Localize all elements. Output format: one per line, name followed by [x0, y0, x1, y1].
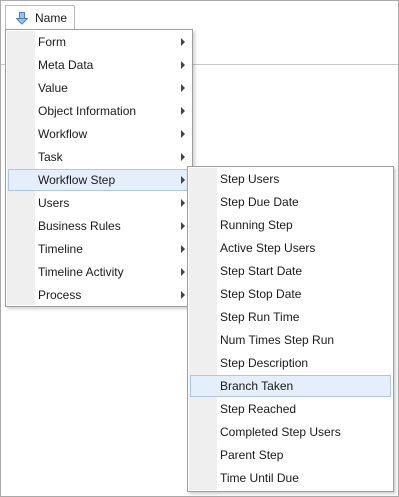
- menu-item-timeline-activity[interactable]: Timeline Activity: [8, 261, 190, 283]
- submenu-item-label: Branch Taken: [220, 379, 294, 393]
- menu-item-label: Object Information: [38, 104, 137, 118]
- submenu-item-label: Running Step: [220, 218, 293, 232]
- submenu-item-label: Step Users: [220, 172, 280, 186]
- submenu-item-label: Step Run Time: [220, 310, 300, 324]
- submenu-item-label: Time Until Due: [220, 471, 299, 485]
- submenu-item-step-start-date[interactable]: Step Start Date: [190, 260, 391, 282]
- submenu-item-label: Num Times Step Run: [220, 333, 335, 347]
- submenu-item-label: Step Due Date: [220, 195, 299, 209]
- chevron-right-icon: [181, 245, 185, 253]
- chevron-right-icon: [181, 153, 185, 161]
- menu-item-label: Users: [38, 196, 70, 210]
- chevron-right-icon: [181, 84, 185, 92]
- submenu-item-step-description[interactable]: Step Description: [190, 352, 391, 374]
- menu-item-label: Task: [38, 150, 63, 164]
- submenu-item-label: Step Description: [220, 356, 309, 370]
- submenu-item-label: Step Reached: [220, 402, 297, 416]
- down-arrow-icon: [16, 12, 28, 25]
- submenu-item-label: Active Step Users: [220, 241, 316, 255]
- workflow-step-submenu: Step Users Step Due Date Running Step Activ…: [187, 166, 394, 492]
- chevron-right-icon: [181, 130, 185, 138]
- menu-item-label: Value: [38, 81, 68, 95]
- menu-item-label: Business Rules: [38, 219, 121, 233]
- menu-item-label: Timeline Activity: [38, 265, 124, 279]
- submenu-item-time-until-due[interactable]: Time Until Due: [190, 467, 391, 489]
- menu-item-value[interactable]: Value: [8, 77, 190, 99]
- name-column-header[interactable]: Name: [5, 5, 75, 30]
- menu-item-task[interactable]: Task: [8, 146, 190, 168]
- menu-item-label: Form: [38, 35, 66, 49]
- submenu-item-num-times-step-run[interactable]: Num Times Step Run: [190, 329, 391, 351]
- submenu-item-label: Step Stop Date: [220, 287, 302, 301]
- menu-item-object-information[interactable]: Object Information: [8, 100, 190, 122]
- chevron-right-icon: [181, 176, 185, 184]
- menu-item-label: Meta Data: [38, 58, 94, 72]
- submenu-item-step-users[interactable]: Step Users: [190, 168, 391, 190]
- menu-item-business-rules[interactable]: Business Rules: [8, 215, 190, 237]
- chevron-right-icon: [181, 268, 185, 276]
- context-menu: Form Meta Data Value Object Information Work…: [5, 29, 193, 307]
- menu-item-users[interactable]: Users: [8, 192, 190, 214]
- chevron-right-icon: [181, 107, 185, 115]
- menu-item-form[interactable]: Form: [8, 31, 190, 53]
- chevron-right-icon: [181, 222, 185, 230]
- menu-item-label: Timeline: [38, 242, 83, 256]
- chevron-right-icon: [181, 38, 185, 46]
- submenu-item-step-stop-date[interactable]: Step Stop Date: [190, 283, 391, 305]
- submenu-item-label: Parent Step: [220, 448, 284, 462]
- menu-item-meta-data[interactable]: Meta Data: [8, 54, 190, 76]
- submenu-item-parent-step[interactable]: Parent Step: [190, 444, 391, 466]
- column-header-label: Name: [35, 11, 68, 25]
- chevron-right-icon: [181, 199, 185, 207]
- menu-item-label: Process: [38, 288, 82, 302]
- menu-item-workflow[interactable]: Workflow: [8, 123, 190, 145]
- submenu-item-running-step[interactable]: Running Step: [190, 214, 391, 236]
- submenu-item-step-reached[interactable]: Step Reached: [190, 398, 391, 420]
- submenu-item-active-step-users[interactable]: Active Step Users: [190, 237, 391, 259]
- submenu-item-label: Step Start Date: [220, 264, 303, 278]
- chevron-right-icon: [181, 291, 185, 299]
- menu-item-label: Workflow: [38, 127, 88, 141]
- menu-item-timeline[interactable]: Timeline: [8, 238, 190, 260]
- chevron-right-icon: [181, 61, 185, 69]
- submenu-item-step-run-time[interactable]: Step Run Time: [190, 306, 391, 328]
- submenu-item-step-due-date[interactable]: Step Due Date: [190, 191, 391, 213]
- submenu-item-label: Completed Step Users: [220, 425, 341, 439]
- menu-item-process[interactable]: Process: [8, 284, 190, 306]
- menu-item-label: Workflow Step: [38, 173, 116, 187]
- submenu-item-completed-step-users[interactable]: Completed Step Users: [190, 421, 391, 443]
- submenu-item-branch-taken[interactable]: Branch Taken: [190, 375, 391, 397]
- menu-item-workflow-step[interactable]: Workflow Step: [8, 169, 190, 191]
